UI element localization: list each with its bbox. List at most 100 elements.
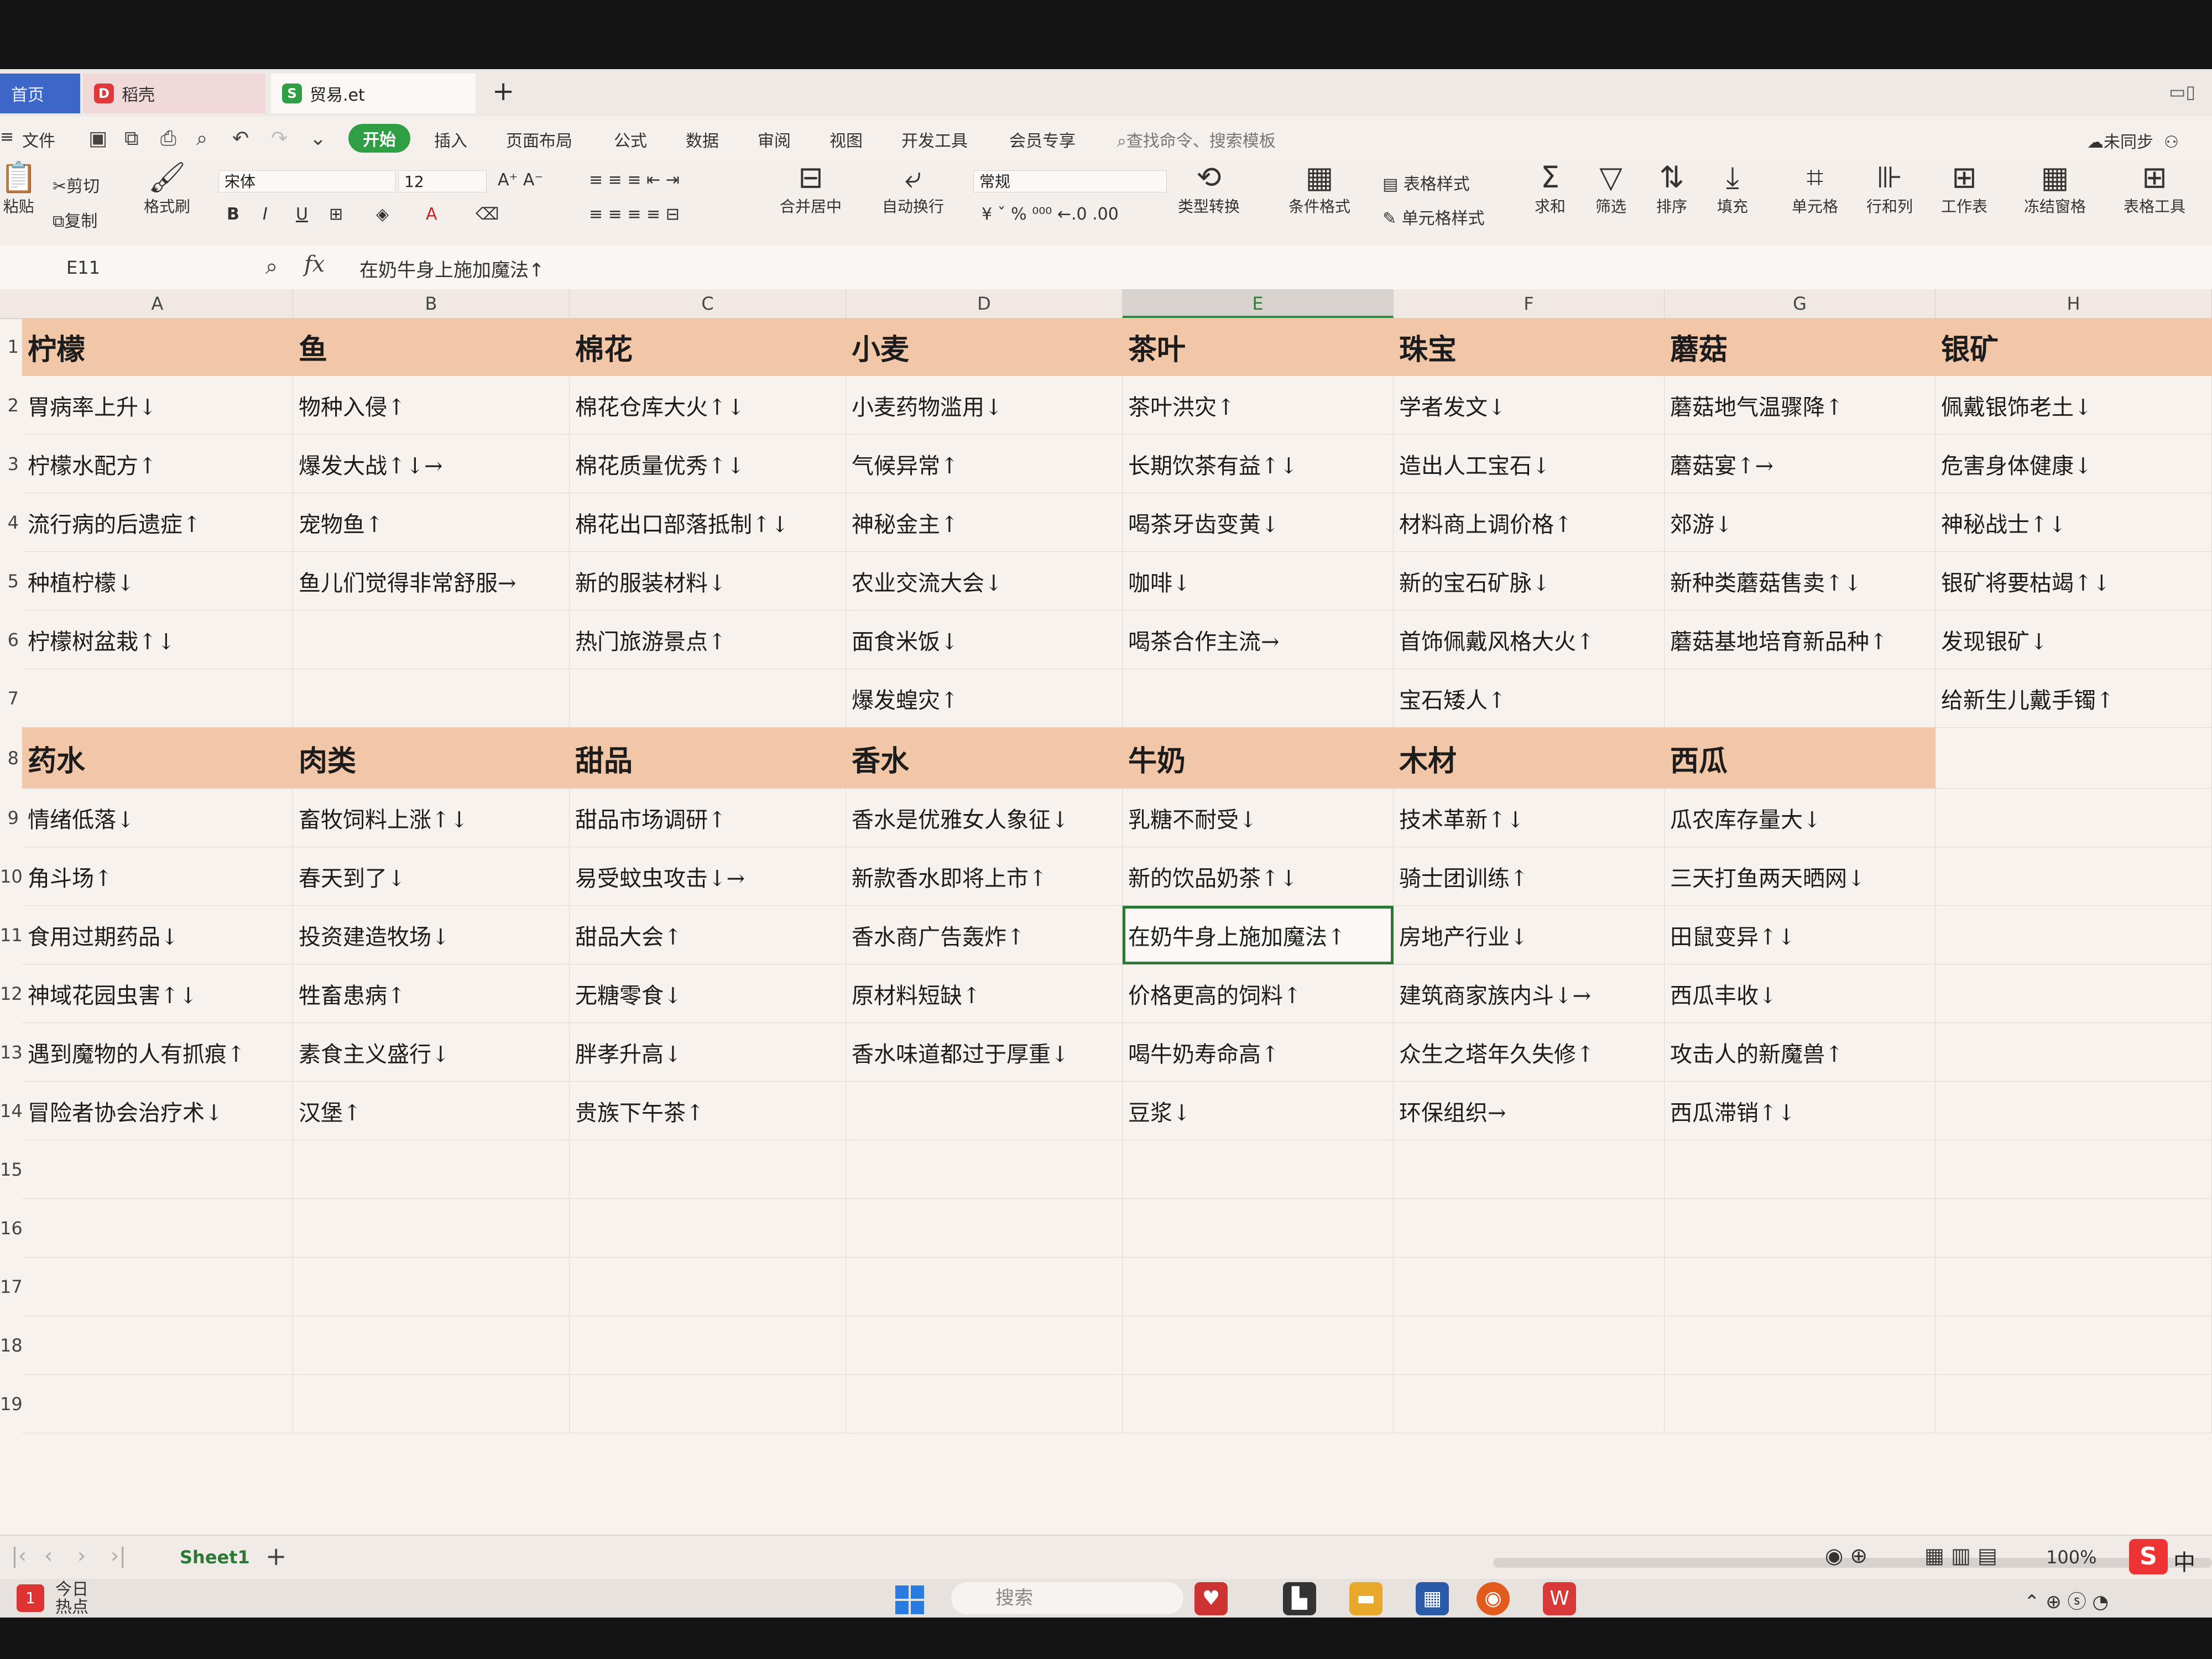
table-cell[interactable]: 棉花仓库大火↑↓ (570, 376, 846, 435)
table-cell[interactable] (1665, 1140, 1936, 1199)
table-cell[interactable]: 攻击人的新魔兽↑ (1665, 1023, 1936, 1082)
table-cell[interactable] (293, 611, 570, 669)
category-header-cell[interactable]: 蘑菇 (1665, 318, 1936, 376)
category-header-cell[interactable]: 小麦 (846, 318, 1123, 376)
align-left-icon[interactable]: ≡ ≡ ≡ ≡ ⊟ (589, 205, 680, 224)
wrap-text-button[interactable]: ⤶ 自动换行 (882, 160, 944, 217)
firefox-app-icon[interactable]: ◉ (1477, 1582, 1510, 1615)
menu-developer[interactable]: 开发工具 (901, 127, 968, 152)
table-cell[interactable]: 香水味道都过于厚重↓ (846, 1023, 1123, 1082)
category-header-cell[interactable]: 香水 (846, 728, 1123, 789)
first-sheet-icon[interactable]: |‹ (11, 1543, 27, 1568)
format-painter-button[interactable]: 🖌 格式刷 (144, 160, 190, 217)
menu-review[interactable]: 审阅 (758, 127, 791, 152)
taskbar-search[interactable]: 搜索 (951, 1582, 1183, 1614)
view-mode-icon[interactable]: ▦ ▥ ▤ (1924, 1543, 1997, 1568)
table-cell[interactable] (846, 1140, 1123, 1199)
table-cell[interactable] (1936, 906, 2212, 964)
table-cell[interactable]: 小麦药物滥用↓ (846, 376, 1123, 435)
next-sheet-icon[interactable]: › (77, 1543, 86, 1568)
table-cell[interactable]: 热门旅游景点↑ (570, 611, 846, 669)
tab-file[interactable]: S 贸易.et (271, 74, 476, 113)
table-cell[interactable]: 香水商广告轰炸↑ (846, 906, 1123, 964)
row-col-button[interactable]: ⊪ 行和列 (1866, 160, 1913, 217)
table-cell[interactable]: 发现银矿↓ (1936, 611, 2212, 669)
row-header[interactable]: 12 (0, 964, 23, 1023)
windows-start-icon[interactable] (893, 1583, 926, 1616)
category-header-cell[interactable]: 柠檬 (22, 318, 293, 376)
row-header[interactable]: 1 (0, 318, 22, 376)
cell-style-button[interactable]: ✎ 单元格样式 (1383, 205, 1485, 229)
table-cell[interactable]: 易受蚊虫攻击↓→ (570, 847, 846, 906)
table-cell[interactable] (570, 1316, 846, 1375)
table-cell[interactable] (1936, 1375, 2212, 1433)
table-cell[interactable]: 甜品大会↑ (570, 906, 846, 964)
table-cell[interactable] (1936, 964, 2212, 1023)
table-cell[interactable]: 银矿将要枯竭↑↓ (1936, 552, 2212, 611)
table-cell[interactable]: 茶叶洪灾↑ (1123, 376, 1394, 435)
table-cell[interactable] (570, 1140, 846, 1199)
table-cell[interactable]: 汉堡↑ (293, 1082, 570, 1140)
new-tab-button[interactable]: + (492, 76, 514, 107)
table-cell[interactable]: 房地产行业↓ (1394, 906, 1665, 964)
bold-button[interactable]: B (227, 205, 239, 224)
table-cell[interactable] (1665, 1375, 1936, 1433)
table-cell[interactable]: 环保组织→ (1394, 1082, 1665, 1140)
table-cell[interactable] (1123, 1258, 1394, 1316)
table-cell[interactable] (1936, 728, 2212, 789)
sheet-tab-sheet1[interactable]: Sheet1 (180, 1547, 250, 1568)
row-header[interactable]: 17 (0, 1258, 23, 1316)
menu-insert[interactable]: 插入 (434, 127, 467, 152)
underline-button[interactable]: U (296, 205, 308, 224)
sum-button[interactable]: Σ 求和 (1535, 160, 1566, 217)
table-cell[interactable]: 胖孝升高↓ (570, 1023, 846, 1082)
table-style-button[interactable]: ▤ 表格样式 (1383, 170, 1470, 195)
table-cell[interactable] (1936, 1199, 2212, 1258)
merge-center-button[interactable]: ⊟ 合并居中 (780, 160, 842, 217)
table-cell[interactable]: 物种入侵↑ (293, 376, 570, 435)
table-cell[interactable]: 新的宝石矿脉↓ (1394, 552, 1665, 611)
column-header-e[interactable]: E (1123, 289, 1394, 318)
conditional-format-button[interactable]: ▦ 条件格式 (1288, 160, 1350, 217)
menu-file[interactable]: 文件 (22, 127, 55, 152)
table-cell[interactable] (22, 1140, 293, 1199)
column-header-h[interactable]: H (1936, 289, 2212, 318)
table-cell[interactable]: 学者发文↓ (1394, 376, 1665, 435)
table-cell[interactable]: 胃病率上升↓ (22, 376, 293, 435)
table-cell[interactable]: 长期饮茶有益↑↓ (1123, 435, 1394, 493)
row-header[interactable]: 10 (0, 847, 23, 906)
table-cell[interactable] (1123, 1375, 1394, 1433)
category-header-cell[interactable]: 木材 (1394, 728, 1665, 789)
category-header-cell[interactable]: 肉类 (293, 728, 570, 789)
row-header[interactable]: 13 (0, 1023, 23, 1082)
news-widget[interactable]: 今日 热点 (55, 1581, 88, 1616)
table-cell[interactable]: 喝茶合作主流→ (1123, 611, 1394, 669)
table-cell[interactable]: 骑士团训练↑ (1394, 847, 1665, 906)
redo-icon[interactable]: ↷ (271, 127, 288, 150)
column-header-d[interactable]: D (846, 289, 1123, 318)
tab-home[interactable]: 首页 (0, 74, 80, 113)
table-cell[interactable] (846, 1082, 1123, 1140)
category-header-cell[interactable]: 银矿 (1936, 318, 2212, 376)
table-cell[interactable]: 给新生儿戴手镯↑ (1936, 669, 2212, 728)
row-header[interactable]: 16 (0, 1199, 23, 1258)
font-color-icon[interactable]: A (426, 205, 437, 224)
hamburger-icon[interactable]: ≡ (0, 127, 14, 147)
table-cell[interactable]: 贵族下午茶↑ (570, 1082, 846, 1140)
heart-app-icon[interactable]: ♥ (1194, 1582, 1228, 1615)
row-header[interactable]: 8 (0, 728, 22, 789)
folder-app-icon[interactable]: ▬ (1349, 1582, 1383, 1615)
table-cell[interactable] (1936, 1258, 2212, 1316)
table-cell[interactable]: 豆浆↓ (1123, 1082, 1394, 1140)
fill-button[interactable]: ⤓ 填充 (1717, 160, 1748, 217)
table-cell[interactable]: 角斗场↑ (22, 847, 293, 906)
table-cell[interactable] (1936, 847, 2212, 906)
table-cell[interactable]: 技术革新↑↓ (1394, 789, 1665, 847)
row-header[interactable]: 9 (0, 789, 22, 847)
category-header-cell[interactable]: 棉花 (570, 318, 846, 376)
table-cell[interactable]: 西瓜丰收↓ (1665, 964, 1936, 1023)
currency-icon[interactable]: ¥ ˇ % ⁰⁰⁰ ←.0 .00 (982, 205, 1119, 224)
table-cell[interactable] (1665, 1258, 1936, 1316)
copy-button[interactable]: ⧉复制 (53, 207, 97, 232)
table-cell[interactable] (293, 1375, 570, 1433)
